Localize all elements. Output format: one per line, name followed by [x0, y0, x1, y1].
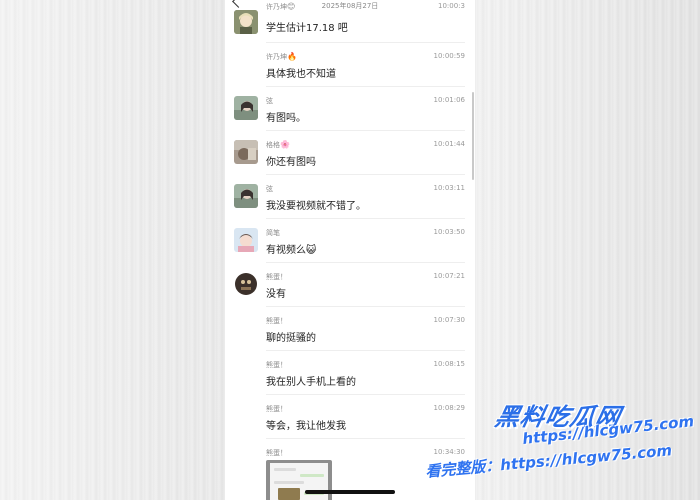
flower-emoji-icon: 🌸 [280, 140, 290, 149]
avatar[interactable] [234, 184, 258, 208]
message-text: 你还有图吗 [266, 157, 316, 168]
divider [266, 262, 465, 263]
cat-emoji-icon: 😺 [306, 245, 317, 256]
dark-character-avatar-icon [234, 272, 258, 296]
anime-girl-avatar-icon [234, 10, 258, 34]
message-time: 10:03:11 [433, 184, 465, 192]
message-time: 10:07:21 [433, 272, 465, 280]
cartoon-avatar-icon [234, 228, 258, 252]
message-sender: 许乃坤😊 [266, 2, 296, 11]
avatar[interactable] [234, 96, 258, 120]
message-time: 10:07:30 [433, 316, 465, 324]
message-text: 我没要视频就不错了。 [266, 201, 366, 212]
message-sender: 熊蛋！ [266, 317, 287, 325]
girl-photo-avatar-icon [234, 96, 258, 120]
divider [266, 438, 465, 439]
message-text: 没有 [266, 289, 286, 300]
image-attachment[interactable] [266, 460, 332, 500]
divider [266, 394, 465, 395]
chat-history-panel[interactable]: 2025年08月27日 许乃坤😊 10:00:3 学生估计17.18 吧 许乃坤… [225, 0, 475, 500]
divider [266, 130, 465, 131]
avatar[interactable] [234, 228, 258, 252]
blurred-photo-avatar-icon [234, 140, 258, 164]
message-sender: 熊蛋！ [266, 361, 287, 369]
message-text: 有视频么😺 [266, 245, 317, 256]
message-text: 具体我也不知道 [266, 69, 336, 80]
chat-screenshot-image [270, 463, 328, 500]
scrollbar[interactable] [472, 92, 474, 180]
message-text: 我在别人手机上看的 [266, 377, 356, 388]
message-sender: 熊蛋！ [266, 273, 287, 281]
message-text: 有图吗。 [266, 113, 306, 124]
message-sender: 格格🌸 [266, 140, 290, 149]
message-time: 10:03:50 [433, 228, 465, 236]
message-sender: 简笔 [266, 229, 280, 237]
watermark: 黑料吃瓜网 https://hlcgw75.com 看完整版：https://h… [425, 397, 700, 497]
divider [266, 42, 465, 43]
message-time: 10:01:44 [433, 140, 465, 148]
message-sender: 熊蛋！ [266, 449, 287, 457]
message-sender: 许乃坤🔥 [266, 52, 297, 61]
message-time: 10:00:59 [433, 52, 465, 60]
smile-emoji-icon: 😊 [287, 2, 296, 11]
message-text: 等会，我让他发我 [266, 421, 346, 432]
avatar[interactable] [234, 140, 258, 164]
message-time: 10:34:30 [433, 448, 465, 456]
message-time: 10:08:15 [433, 360, 465, 368]
message-sender: 弦 [266, 97, 273, 105]
avatar[interactable] [234, 272, 258, 296]
message-text: 聊的挺骚的 [266, 333, 316, 344]
divider [266, 218, 465, 219]
message-time: 10:01:06 [433, 96, 465, 104]
divider [266, 174, 465, 175]
divider [266, 86, 465, 87]
message-time: 10:08:29 [433, 404, 465, 412]
girl-photo-avatar-icon [234, 184, 258, 208]
divider [266, 306, 465, 307]
home-indicator[interactable] [305, 490, 395, 494]
avatar[interactable] [234, 10, 258, 34]
message-time: 10:00:3 [438, 2, 465, 10]
divider [266, 350, 465, 351]
fire-emoji-icon: 🔥 [287, 52, 297, 61]
message-sender: 熊蛋！ [266, 405, 287, 413]
message-sender: 弦 [266, 185, 273, 193]
message-text: 学生估计17.18 吧 [266, 23, 348, 34]
